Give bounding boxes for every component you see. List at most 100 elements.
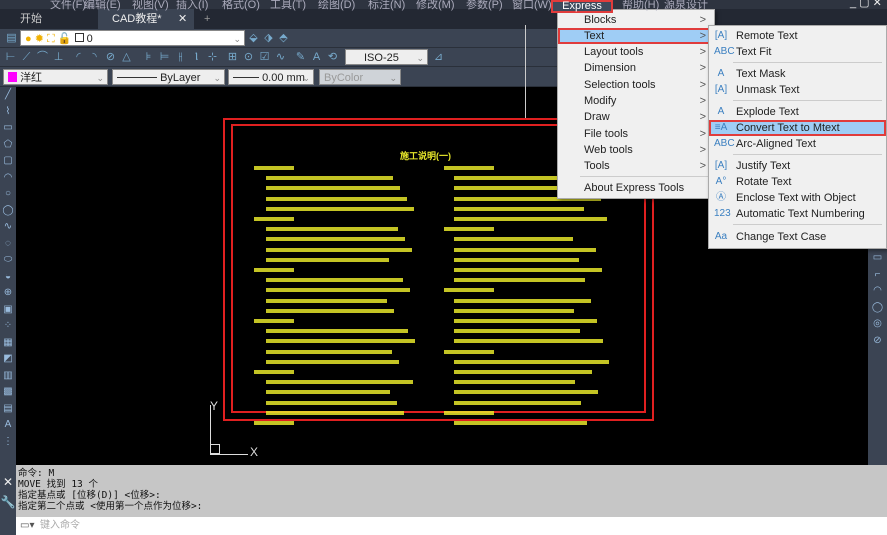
express-menu-item-file-tools[interactable]: File tools > (558, 126, 714, 142)
color-value: 洋红 (20, 72, 43, 84)
draw-tool-icons[interactable]: ╱ ⌇ ▭ ⬠ ▢ ◠ ○ ◯ ∿ ◌ ⬭ ◒ ⊕ ▣ ⁘ ▦ ◩ ▥ ▩ ▤ A ⋮ (0, 87, 16, 450)
drawing-text-line (266, 247, 412, 252)
text-submenu-item-change-text-case[interactable]: Aa Change Text Case (709, 229, 886, 245)
menu-item-label: Draw (584, 111, 610, 123)
chevron-right-icon: > (699, 111, 706, 123)
menu-view[interactable]: 视图(V) (132, 0, 169, 12)
linear-dim-icon[interactable]: ⊢ (4, 51, 17, 64)
menu-help[interactable]: 帮助(H) (622, 0, 659, 12)
text-submenu-item-enclose-text-with-object[interactable]: Ⓐ Enclose Text with Object (709, 190, 886, 206)
text-submenu-item-rotate-text[interactable]: A° Rotate Text (709, 174, 886, 190)
history-line: 指定基点或 [位移(D)] <位移>: (18, 490, 161, 501)
arc-length-icon[interactable]: ⌒ (36, 51, 49, 64)
dim-text-edit-icon[interactable]: A (310, 51, 323, 64)
menu-window[interactable]: 窗口(W) (512, 0, 552, 12)
space-icon[interactable]: Ⲓ (190, 51, 203, 64)
close-icon[interactable]: ✕ (0, 475, 16, 489)
layer-on-icon[interactable]: ● ✹ ⛶ 🔓 (25, 33, 71, 45)
chevron-down-icon: ⌄ (213, 73, 221, 83)
menu-tools[interactable]: 工具(T) (270, 0, 306, 12)
drawing-text-line (266, 349, 392, 354)
express-menu-item-tools[interactable]: Tools > (558, 158, 714, 174)
new-tab-button[interactable]: + (204, 9, 210, 29)
menu-dimension[interactable]: 标注(N) (368, 0, 405, 12)
menu-edit[interactable]: 编辑(E) (84, 0, 121, 12)
aligned-dim-icon[interactable]: ⟋ (20, 51, 33, 64)
ordinate-icon[interactable]: ⊥ (52, 51, 65, 64)
radius-icon[interactable]: ◜ (72, 51, 85, 64)
dimstyle-manager-icon[interactable]: ⊿ (432, 51, 445, 64)
express-menu-item-layout-tools[interactable]: Layout tools > (558, 44, 714, 60)
menu-file[interactable]: 文件(F) (50, 0, 86, 12)
menu-separator (580, 176, 710, 177)
enclose-text-icon: Ⓐ (716, 192, 726, 203)
menu-insert[interactable]: 插入(I) (176, 0, 208, 12)
dim-update-icon[interactable]: ⟲ (326, 51, 339, 64)
layer-dropdown[interactable]: ● ✹ ⛶ 🔓 0 ⌄ (20, 30, 245, 46)
command-input[interactable]: ▭▾ 键入命令 (16, 517, 887, 535)
text-submenu-item-explode-text[interactable]: A Explode Text (709, 104, 886, 120)
lineweight-dropdown[interactable]: 0.00 mm ⌄ (228, 69, 314, 85)
drawing-text-line (254, 268, 294, 272)
express-menu-item-dimension[interactable]: Dimension > (558, 60, 714, 76)
center-mark-icon[interactable]: ⊙ (242, 51, 255, 64)
tab-start[interactable]: 开始 (2, 9, 98, 29)
tolerance-icon[interactable]: ⊞ (226, 51, 239, 64)
drawing-text-line (266, 329, 408, 334)
quick-dim-icon[interactable]: ⊧ (142, 51, 155, 64)
text-submenu-item-arc-aligned-text[interactable]: ABC Arc-Aligned Text (709, 136, 886, 152)
jogged-linear-icon[interactable]: ∿ (274, 51, 287, 64)
linetype-dropdown[interactable]: ByLayer ⌄ (112, 69, 225, 85)
text-submenu-item-remote-text[interactable]: [A] Remote Text (709, 28, 886, 44)
plotstyle-dropdown: ByColor ⌄ (319, 69, 401, 85)
menu-draw[interactable]: 绘图(D) (318, 0, 355, 12)
drawing-text-line (454, 217, 607, 221)
angular-icon[interactable]: △ (120, 51, 133, 64)
menu-item-label: Text (584, 30, 605, 42)
menu-item-label: Change Text Case (736, 231, 827, 243)
express-menu-item-blocks[interactable]: Blocks > (558, 12, 714, 28)
menu-item-label: About Express Tools (584, 182, 685, 194)
text-submenu-item-justify-text[interactable]: [A] Justify Text (709, 158, 886, 174)
dim-edit-icon[interactable]: ✎ (294, 51, 307, 64)
menu-item-label: Enclose Text with Object (736, 192, 856, 204)
break-icon[interactable]: ⊹ (206, 51, 219, 64)
previous-layer-icon[interactable]: ⬘ (277, 32, 290, 45)
express-menu-item-selection-tools[interactable]: Selection tools > (558, 77, 714, 93)
text-submenu-item-text-fit[interactable]: ABC Text Fit (709, 44, 886, 60)
menu-parametric[interactable]: 参数(P) (466, 0, 503, 12)
continue-icon[interactable]: ⫲ (174, 51, 187, 64)
chevron-right-icon: > (699, 79, 706, 91)
menu-express[interactable]: Express (551, 0, 613, 13)
wrench-icon[interactable]: 🔧 (0, 495, 16, 509)
menu-modify[interactable]: 修改(M) (416, 0, 455, 12)
menu-yuanquan[interactable]: 源泉设计 (664, 0, 708, 12)
text-submenu-item-text-mask[interactable]: A Text Mask (709, 66, 886, 82)
drawing-text-line (454, 390, 598, 395)
express-menu-item-web-tools[interactable]: Web tools > (558, 142, 714, 158)
express-menu-item-about-express-tools[interactable]: About Express Tools (558, 180, 714, 196)
express-menu-item-modify[interactable]: Modify > (558, 93, 714, 109)
menu-bar: 文件(F) 编辑(E) 视图(V) 插入(I) 格式(O) 工具(T) 绘图(D… (0, 0, 887, 13)
chevron-down-icon: ⌄ (233, 34, 241, 44)
command-prompt-icon[interactable]: ▭▾ (20, 517, 34, 535)
tab-cad-tutorial[interactable]: CAD教程* ✕ (98, 9, 194, 29)
match-layer-icon[interactable]: ⬗ (262, 32, 275, 45)
inspect-icon[interactable]: ☑ (258, 51, 271, 64)
express-menu-item-text[interactable]: Text > (558, 28, 714, 44)
color-dropdown[interactable]: 洋红 ⌄ (3, 69, 108, 85)
text-submenu-item-unmask-text[interactable]: [A] Unmask Text (709, 82, 886, 98)
express-menu-item-draw[interactable]: Draw > (558, 109, 714, 125)
diameter-icon[interactable]: ⊘ (104, 51, 117, 64)
text-submenu-item-automatic-text-numbering[interactable]: 123 Automatic Text Numbering (709, 206, 886, 222)
jogged-icon[interactable]: ◝ (88, 51, 101, 64)
make-current-layer-icon[interactable]: ⬙ (247, 32, 260, 45)
dimstyle-dropdown[interactable]: ISO-25 ⌄ (345, 49, 428, 65)
window-controls-icon[interactable]: _ ▢ ✕ (850, 0, 882, 9)
layer-properties-icon[interactable]: ▤ (5, 32, 18, 45)
close-icon[interactable]: ✕ (178, 9, 187, 29)
ucs-y-label: Y (210, 399, 219, 413)
menu-format[interactable]: 格式(O) (222, 0, 260, 12)
text-submenu-item-convert-text-to-mtext[interactable]: ≡A Convert Text to Mtext (709, 120, 886, 136)
baseline-icon[interactable]: ⊨ (158, 51, 171, 64)
